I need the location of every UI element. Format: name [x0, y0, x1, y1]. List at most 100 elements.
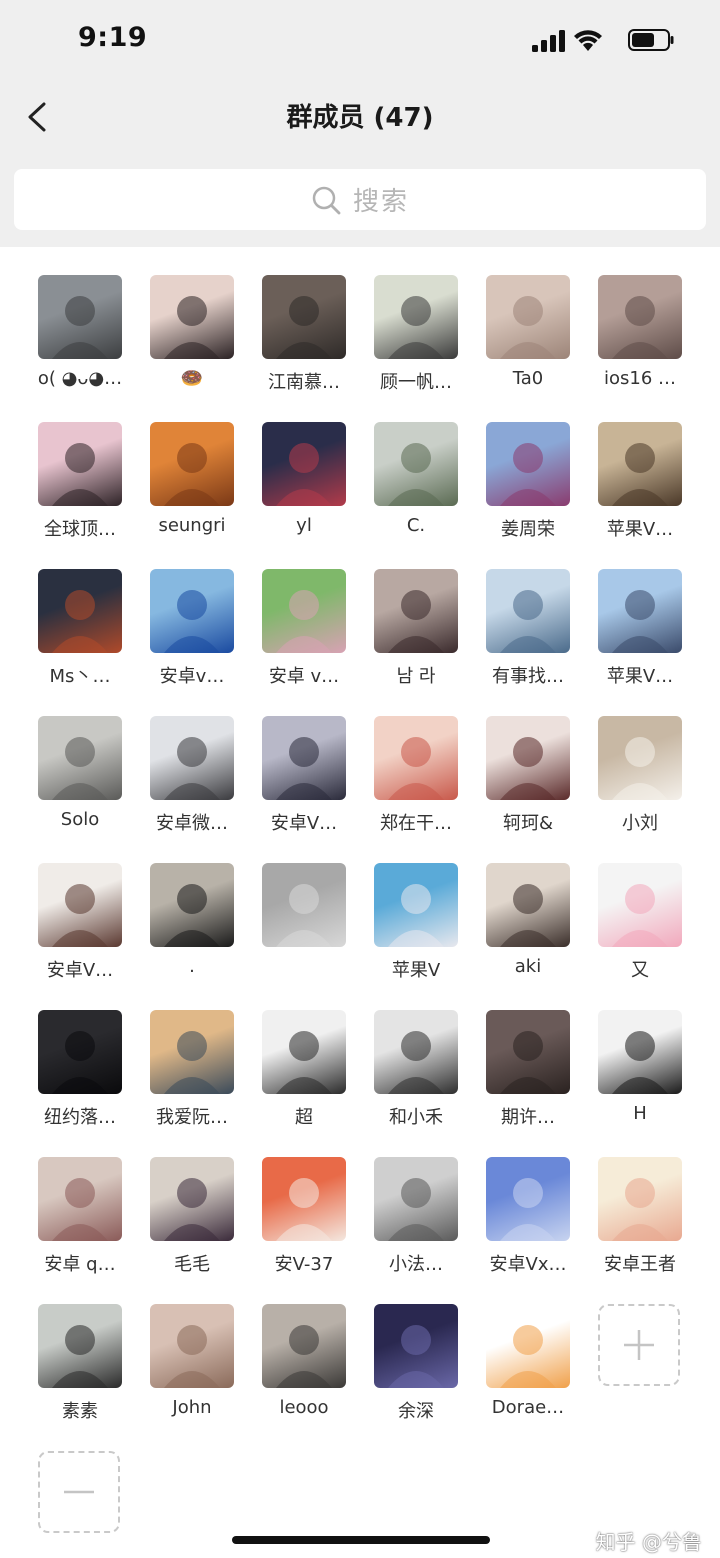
member-item[interactable]: 小刘: [584, 688, 696, 834]
member-item[interactable]: 安卓王者: [584, 1129, 696, 1275]
member-item[interactable]: 安卓Vx…: [472, 1129, 584, 1275]
avatar: [598, 1157, 682, 1241]
member-item[interactable]: 和小禾: [360, 982, 472, 1128]
avatar-silhouette: [612, 590, 668, 653]
avatar: [598, 716, 682, 800]
avatar-silhouette: [388, 884, 444, 947]
member-name: aki: [514, 956, 542, 977]
member-item[interactable]: 安V-37: [248, 1129, 360, 1275]
member-item[interactable]: Dorae…: [472, 1276, 584, 1418]
member-item[interactable]: 安卓V…: [248, 688, 360, 834]
member-item[interactable]: 我爱阮…: [136, 982, 248, 1128]
avatar-silhouette: [500, 1178, 556, 1241]
member-item[interactable]: 毛毛: [136, 1129, 248, 1275]
member-item[interactable]: 有事找…: [472, 541, 584, 687]
avatar-silhouette: [500, 1325, 556, 1388]
member-item[interactable]: 郑在干…: [360, 688, 472, 834]
member-item[interactable]: 江南慕…: [248, 247, 360, 393]
avatar-silhouette: [164, 884, 220, 947]
member-item[interactable]: Ms丶…: [24, 541, 136, 687]
member-name: 安卓微…: [156, 813, 228, 834]
avatar-silhouette: [276, 737, 332, 800]
avatar: [150, 1157, 234, 1241]
member-name: seungri: [158, 515, 226, 536]
member-item[interactable]: 安卓V…: [24, 835, 136, 981]
remove-member-button[interactable]: [38, 1451, 120, 1533]
avatar-silhouette: [388, 590, 444, 653]
avatar-silhouette: [52, 1325, 108, 1388]
home-indicator: [232, 1536, 490, 1544]
member-item[interactable]: 超: [248, 982, 360, 1128]
watermark: 知乎 @兮鲁: [595, 1530, 702, 1554]
avatar-silhouette: [164, 296, 220, 359]
member-item[interactable]: 安卓 v…: [248, 541, 360, 687]
member-item[interactable]: 姜周荣: [472, 394, 584, 540]
member-item[interactable]: [248, 835, 360, 965]
member-item[interactable]: 余深: [360, 1276, 472, 1422]
member-name: 安卓 q…: [44, 1254, 116, 1275]
member-name: 苹果V…: [606, 666, 674, 687]
member-item[interactable]: 又: [584, 835, 696, 981]
member-item[interactable]: Solo: [24, 688, 136, 830]
member-item[interactable]: 苹果V…: [584, 394, 696, 540]
member-name: 安卓V…: [270, 813, 338, 834]
member-item[interactable]: .: [136, 835, 248, 977]
member-item[interactable]: 素素: [24, 1276, 136, 1422]
member-name: ios16 …: [603, 368, 677, 389]
avatar-silhouette: [52, 1031, 108, 1094]
avatar: [150, 422, 234, 506]
member-item[interactable]: 🍩: [136, 247, 248, 389]
member-item[interactable]: seungri: [136, 394, 248, 536]
member-item[interactable]: 安卓v…: [136, 541, 248, 687]
member-item[interactable]: 纽约落…: [24, 982, 136, 1128]
member-item[interactable]: leooo: [248, 1276, 360, 1418]
avatar: [150, 275, 234, 359]
avatar-silhouette: [612, 1031, 668, 1094]
member-item[interactable]: 轲珂&: [472, 688, 584, 834]
member-item[interactable]: 苹果V: [360, 835, 472, 981]
avatar: [598, 422, 682, 506]
search-input[interactable]: 搜索: [14, 169, 706, 230]
member-item[interactable]: H: [584, 982, 696, 1124]
member-name: 姜周荣: [501, 519, 555, 540]
member-item[interactable]: 期许…: [472, 982, 584, 1128]
avatar-silhouette: [388, 443, 444, 506]
member-item[interactable]: 苹果V…: [584, 541, 696, 687]
member-name: 🍩: [180, 368, 204, 389]
avatar-silhouette: [500, 1031, 556, 1094]
add-member-button[interactable]: [598, 1304, 680, 1386]
avatar-silhouette: [164, 590, 220, 653]
avatar-silhouette: [388, 737, 444, 800]
avatar-silhouette: [388, 1325, 444, 1388]
avatar-silhouette: [500, 443, 556, 506]
avatar: [486, 1157, 570, 1241]
avatar-silhouette: [612, 884, 668, 947]
member-name: 安卓v…: [159, 666, 225, 687]
member-item[interactable]: o( ◕ᴗ◕…: [24, 247, 136, 389]
member-item[interactable]: 全球顶…: [24, 394, 136, 540]
member-item[interactable]: 남 라: [360, 541, 472, 687]
avatar-silhouette: [164, 1325, 220, 1388]
avatar: [598, 569, 682, 653]
member-item[interactable]: Ta0: [472, 247, 584, 389]
avatar: [38, 275, 122, 359]
avatar: [262, 569, 346, 653]
member-item[interactable]: 小法…: [360, 1129, 472, 1275]
member-item[interactable]: John: [136, 1276, 248, 1418]
avatar: [374, 569, 458, 653]
member-item[interactable]: 安卓微…: [136, 688, 248, 834]
avatar: [374, 716, 458, 800]
avatar: [262, 716, 346, 800]
member-name: 顾一帆…: [380, 372, 452, 393]
member-item[interactable]: 安卓 q…: [24, 1129, 136, 1275]
member-item[interactable]: ios16 …: [584, 247, 696, 389]
member-name: C.: [406, 515, 426, 536]
avatar-silhouette: [276, 590, 332, 653]
member-item[interactable]: 顾一帆…: [360, 247, 472, 393]
member-item[interactable]: yl: [248, 394, 360, 536]
member-name: 超: [295, 1107, 313, 1128]
member-name: leooo: [279, 1397, 329, 1418]
member-item[interactable]: aki: [472, 835, 584, 977]
avatar: [150, 1010, 234, 1094]
member-item[interactable]: C.: [360, 394, 472, 536]
